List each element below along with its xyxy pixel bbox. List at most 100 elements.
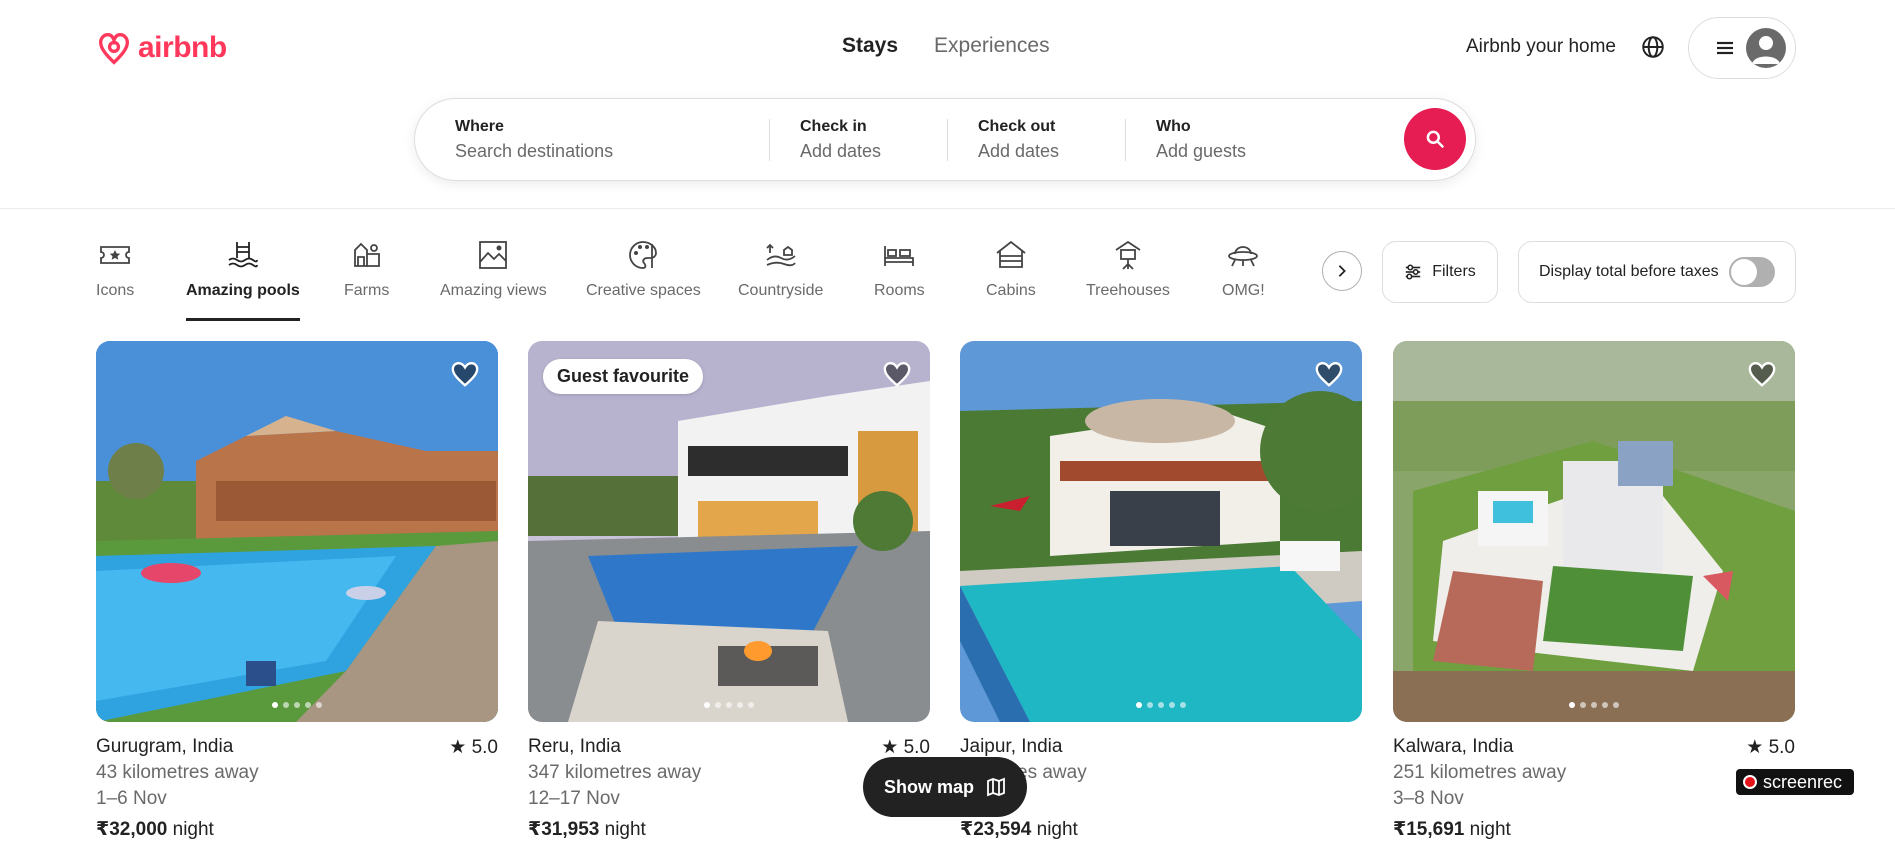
farm-barn-icon <box>353 242 380 267</box>
listing-rating: ★ 5.0 <box>449 736 498 759</box>
pager-dot <box>283 702 289 708</box>
check-out-label: Check out <box>978 117 1056 135</box>
category-label: Farms <box>344 282 390 299</box>
listing-price: ₹32,000 night <box>96 818 498 841</box>
nav-tabs: Stays Experiences <box>842 34 1050 58</box>
ufo-icon <box>1228 246 1259 267</box>
category-rooms[interactable]: Rooms <box>874 238 925 300</box>
price-unit: night <box>172 819 214 840</box>
show-map-button[interactable]: Show map <box>863 757 1027 817</box>
check-out-field[interactable]: Check out Add dates <box>948 99 1125 180</box>
pager-dot <box>305 702 311 708</box>
airbnb-logo[interactable]: airbnb <box>96 28 227 68</box>
pager-dot <box>726 702 732 708</box>
listing-location: Reru, India <box>528 736 621 757</box>
search-button[interactable] <box>1404 108 1466 170</box>
star-icon: ★ <box>1746 737 1764 758</box>
heart-icon[interactable] <box>882 359 912 389</box>
treehouse-icon <box>1115 240 1141 270</box>
display-total-toggle[interactable] <box>1729 257 1775 287</box>
check-out-placeholder: Add dates <box>978 140 1060 161</box>
pager-dot <box>1580 702 1586 708</box>
listing-photo-image <box>96 341 498 722</box>
price-unit: night <box>1469 819 1511 840</box>
category-icons[interactable]: Icons <box>96 238 134 300</box>
listing-distance: 43 kilometres away <box>96 762 259 783</box>
palette-icon <box>629 241 658 269</box>
listing-photo[interactable] <box>1393 341 1795 722</box>
photo-pager <box>704 702 754 708</box>
category-label: Icons <box>96 282 135 299</box>
pager-dot <box>704 702 710 708</box>
listing-card[interactable]: Gurugram, India ★ 5.0 43 kilometres away… <box>96 341 498 841</box>
record-icon <box>1743 775 1757 789</box>
tab-experiences[interactable]: Experiences <box>934 34 1050 58</box>
listing-photo[interactable] <box>96 341 498 722</box>
price-amount: ₹15,691 <box>1393 819 1465 840</box>
check-in-field[interactable]: Check in Add dates <box>770 99 947 180</box>
category-amazing-views[interactable]: Amazing views <box>440 238 547 300</box>
category-label: Treehouses <box>1086 282 1170 299</box>
countryside-icon <box>766 243 796 267</box>
category-label: Creative spaces <box>586 282 701 299</box>
price-amount: ₹32,000 <box>96 819 168 840</box>
airbnb-your-home-link[interactable]: Airbnb your home <box>1466 36 1616 58</box>
category-label: Countryside <box>738 282 824 299</box>
pager-dot <box>1613 702 1619 708</box>
rating-value: 5.0 <box>471 737 498 758</box>
price-unit: night <box>604 819 646 840</box>
category-label: Rooms <box>874 282 925 299</box>
pager-dot <box>316 702 322 708</box>
pager-dot <box>294 702 300 708</box>
filters-button[interactable]: Filters <box>1382 241 1498 303</box>
where-field[interactable]: Where Search destinations <box>415 99 769 180</box>
display-total-label: Display total before taxes <box>1539 263 1719 280</box>
listing-location: Gurugram, India <box>96 736 234 757</box>
heart-icon[interactable] <box>1747 359 1777 389</box>
user-avatar-icon <box>1746 28 1786 68</box>
landscape-view-icon <box>479 241 508 269</box>
where-placeholder: Search destinations <box>455 140 614 161</box>
rating-value: 5.0 <box>1768 737 1795 758</box>
listing-price: ₹31,953 night <box>528 818 930 841</box>
listing-card[interactable]: Jaipur, India …metres away …v ₹23,594 ni… <box>960 341 1362 841</box>
star-icon: ★ <box>881 737 899 758</box>
globe-icon[interactable] <box>1640 34 1666 60</box>
cabin-icon <box>996 240 1026 268</box>
listing-dates: 3–8 Nov <box>1393 788 1464 809</box>
category-countryside[interactable]: Countryside <box>738 238 823 300</box>
category-farms[interactable]: Farms <box>344 238 389 300</box>
category-next-button[interactable] <box>1322 251 1362 291</box>
category-cabins[interactable]: Cabins <box>986 238 1036 300</box>
bed-room-icon <box>884 246 915 266</box>
search-icon <box>1426 130 1444 148</box>
airbnb-logo-icon <box>98 32 130 65</box>
category-label: Amazing pools <box>186 282 300 299</box>
listing-location: Kalwara, India <box>1393 736 1514 757</box>
listing-card[interactable]: Kalwara, India ★ 5.0 251 kilometres away… <box>1393 341 1795 841</box>
star-icon: ★ <box>449 737 467 758</box>
pager-dot <box>1602 702 1608 708</box>
listing-location: Jaipur, India <box>960 736 1063 757</box>
category-creative-spaces[interactable]: Creative spaces <box>586 238 701 300</box>
tab-stays[interactable]: Stays <box>842 34 898 58</box>
listing-photo[interactable]: Guest favourite <box>528 341 930 722</box>
heart-icon[interactable] <box>1314 359 1344 389</box>
pager-dot <box>715 702 721 708</box>
category-omg[interactable]: OMG! <box>1222 238 1265 300</box>
hamburger-icon <box>1717 41 1733 55</box>
user-menu-button[interactable] <box>1688 17 1796 79</box>
listing-photo[interactable] <box>960 341 1362 722</box>
heart-icon[interactable] <box>450 359 480 389</box>
pager-dot <box>748 702 754 708</box>
listing-info: Gurugram, India ★ 5.0 43 kilometres away… <box>96 722 498 841</box>
pager-dot <box>737 702 743 708</box>
price-amount: ₹23,594 <box>960 819 1032 840</box>
listing-photo-image <box>960 341 1362 722</box>
pager-dot <box>1169 702 1175 708</box>
category-amazing-pools[interactable]: Amazing pools <box>186 238 300 321</box>
search-bar: Where Search destinations Check in Add d… <box>414 98 1476 181</box>
listing-photo-image <box>1393 341 1795 722</box>
category-treehouses[interactable]: Treehouses <box>1086 238 1170 300</box>
map-icon <box>987 777 1005 797</box>
